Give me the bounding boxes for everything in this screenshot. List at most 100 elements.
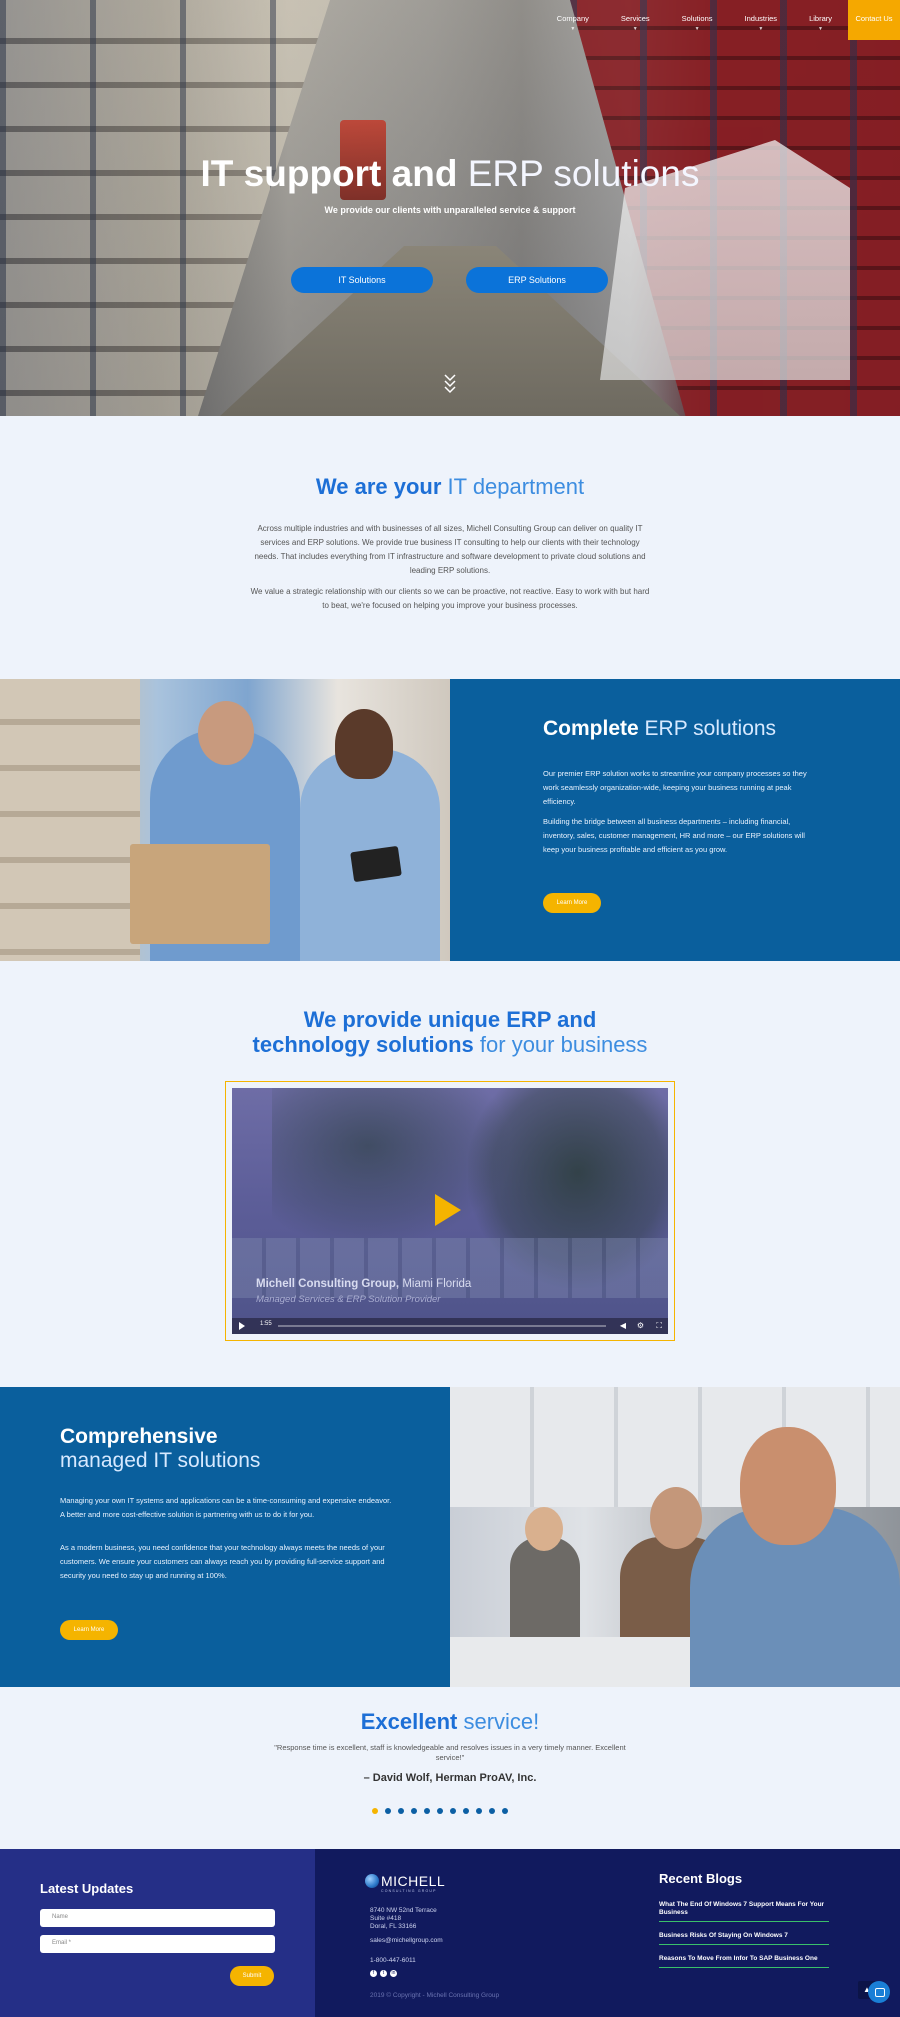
managed-it-section: Comprehensive managed IT solutions Manag… xyxy=(0,1387,900,1687)
footer-info-panel: MICHELL CONSULTING GROUP 8740 NW 52nd Te… xyxy=(315,1849,900,2017)
pagination-dot[interactable] xyxy=(437,1808,443,1814)
hero-title-light: ERP solutions xyxy=(467,153,700,194)
footer-email-link[interactable]: sales@michellgroup.com xyxy=(370,1937,443,1944)
unique-solutions-section: We provide unique ERP and technology sol… xyxy=(0,961,900,1387)
it-department-title-light: IT department xyxy=(447,474,585,499)
hero-subtitle: We provide our clients with unparalleled… xyxy=(324,205,576,215)
chevron-down-icon: ▼ xyxy=(758,26,764,32)
copyright-text: 2019 © Copyright - Michell Consulting Gr… xyxy=(370,1992,500,1999)
linkedin-icon[interactable]: in xyxy=(390,1970,397,1977)
it-department-paragraph-1: Across multiple industries and with busi… xyxy=(254,524,646,575)
blog-link[interactable]: Business Risks Of Staying On Windows 7 xyxy=(659,1927,829,1945)
video-player[interactable]: Michell Consulting Group, Miami Florida … xyxy=(232,1088,668,1334)
unique-title-line1: We provide unique ERP and xyxy=(303,1007,597,1032)
main-navigation: Company ▼ Services ▼ Solutions ▼ Industr… xyxy=(541,0,900,40)
footer-phone[interactable]: 1-800-447-6011 xyxy=(370,1957,416,1964)
pagination-dot[interactable] xyxy=(463,1808,469,1814)
managed-paragraph-1: Managing your own IT systems and applica… xyxy=(60,1496,392,1519)
address-line-1: 8740 NW 52nd Terrace xyxy=(370,1907,437,1914)
nav-item-label: Company xyxy=(556,14,589,23)
hero-title-bold: IT support and xyxy=(200,153,458,194)
testimonial-quote: "Response time is excellent, staff is kn… xyxy=(274,1743,626,1762)
chevron-down-icon: ▼ xyxy=(570,26,576,32)
it-solutions-button[interactable]: IT Solutions xyxy=(291,267,433,293)
managed-it-panel: Comprehensive managed IT solutions Manag… xyxy=(0,1387,450,1687)
unique-title-light: for your business xyxy=(479,1032,648,1057)
facebook-icon[interactable]: f xyxy=(370,1970,377,1977)
globe-icon xyxy=(365,1874,379,1888)
michell-logo[interactable]: MICHELL xyxy=(365,1873,445,1889)
nav-item-solutions[interactable]: Solutions ▼ xyxy=(666,0,729,40)
latest-updates-title: Latest Updates xyxy=(40,1881,134,1896)
nav-item-industries[interactable]: Industries ▼ xyxy=(729,0,794,40)
pagination-dot[interactable] xyxy=(502,1808,508,1814)
nav-item-company[interactable]: Company ▼ xyxy=(541,0,605,40)
video-caption: Michell Consulting Group, Miami Florida … xyxy=(256,1278,471,1305)
name-field[interactable]: Name xyxy=(40,1909,275,1927)
video-caption-bold: Michell Consulting Group, xyxy=(256,1278,400,1290)
erp-solutions-button[interactable]: ERP Solutions xyxy=(466,267,608,293)
managed-title-bold: Comprehensive xyxy=(60,1425,218,1448)
volume-icon[interactable]: ◀ xyxy=(620,1321,626,1331)
testimonial-section: Excellent service! "Response time is exc… xyxy=(0,1687,900,1849)
hero-title: IT support and ERP solutions xyxy=(0,153,900,195)
erp-warehouse-photo xyxy=(0,679,450,961)
it-department-title: We are your IT department xyxy=(0,474,900,500)
pagination-dot[interactable] xyxy=(411,1808,417,1814)
unique-solutions-title: We provide unique ERP and technology sol… xyxy=(0,1007,900,1057)
email-field[interactable]: Email * xyxy=(40,1935,275,1953)
erp-paragraph-1: Our premier ERP solution works to stream… xyxy=(543,769,807,806)
scroll-down-icon[interactable] xyxy=(442,372,458,394)
managed-it-title: Comprehensive managed IT solutions xyxy=(60,1425,260,1473)
pagination-dot[interactable] xyxy=(385,1808,391,1814)
video-frame: Michell Consulting Group, Miami Florida … xyxy=(225,1081,675,1341)
managed-learn-more-button[interactable]: Learn More xyxy=(60,1620,118,1640)
nav-item-library[interactable]: Library ▼ xyxy=(793,0,848,40)
hero-section: Company ▼ Services ▼ Solutions ▼ Industr… xyxy=(0,0,900,416)
pagination-dot[interactable] xyxy=(372,1808,378,1814)
nav-item-label: Industries xyxy=(744,14,778,23)
video-caption-sub: Managed Services & ERP Solution Provider xyxy=(256,1294,441,1305)
erp-title-light: ERP solutions xyxy=(644,717,777,740)
testimonial-title-bold: Excellent xyxy=(360,1709,458,1734)
recent-blogs-title: Recent Blogs xyxy=(659,1871,743,1886)
address-line-2: Suite #418 xyxy=(370,1915,402,1922)
play-icon[interactable] xyxy=(435,1194,461,1226)
submit-button[interactable]: Submit xyxy=(230,1966,274,1986)
newsletter-panel: Latest Updates Name Email * Submit xyxy=(0,1849,315,2017)
video-controls: 1:55 ◀ ⚙ ⛶ xyxy=(232,1318,668,1334)
erp-solutions-panel: Complete ERP solutions Our premier ERP s… xyxy=(450,679,900,961)
video-caption-light: Miami Florida xyxy=(402,1278,472,1290)
it-department-title-bold: We are your xyxy=(315,474,442,499)
settings-icon[interactable]: ⚙ xyxy=(637,1321,644,1331)
footer-address: 8740 NW 52nd Terrace Suite #418 Doral, F… xyxy=(370,1907,437,1931)
chat-icon[interactable] xyxy=(868,1981,890,2003)
chevron-down-icon: ▼ xyxy=(818,26,824,32)
blog-link[interactable]: What The End Of Windows 7 Support Means … xyxy=(659,1896,829,1922)
managed-title-light: managed IT solutions xyxy=(60,1449,261,1472)
play-small-icon[interactable] xyxy=(239,1322,245,1330)
pagination-dot[interactable] xyxy=(476,1808,482,1814)
it-department-paragraph-2: We value a strategic relationship with o… xyxy=(250,587,650,610)
erp-learn-more-button[interactable]: Learn More xyxy=(543,893,601,913)
erp-title-bold: Complete xyxy=(543,717,639,740)
blog-link[interactable]: Reasons To Move From Infor To SAP Busine… xyxy=(659,1950,829,1968)
contact-us-button[interactable]: Contact Us xyxy=(848,0,900,40)
pagination-dot[interactable] xyxy=(424,1808,430,1814)
nav-item-label: Solutions xyxy=(681,14,713,23)
twitter-icon[interactable]: t xyxy=(380,1970,387,1977)
erp-solutions-title: Complete ERP solutions xyxy=(543,717,776,741)
unique-title-bold: technology solutions xyxy=(252,1032,474,1057)
video-progress-bar[interactable] xyxy=(278,1325,606,1327)
video-time: 1:55 xyxy=(260,1321,272,1327)
testimonial-author: – David Wolf, Herman ProAV, Inc. xyxy=(363,1772,537,1784)
pagination-dot[interactable] xyxy=(398,1808,404,1814)
nav-item-label: Library xyxy=(809,14,832,23)
pagination-dot[interactable] xyxy=(450,1808,456,1814)
nav-item-label: Services xyxy=(620,14,650,23)
nav-item-services[interactable]: Services ▼ xyxy=(605,0,666,40)
pagination-dot[interactable] xyxy=(489,1808,495,1814)
erp-solutions-section: Complete ERP solutions Our premier ERP s… xyxy=(0,679,900,961)
footer: Latest Updates Name Email * Submit MICHE… xyxy=(0,1849,900,2017)
fullscreen-icon[interactable]: ⛶ xyxy=(656,1321,662,1331)
